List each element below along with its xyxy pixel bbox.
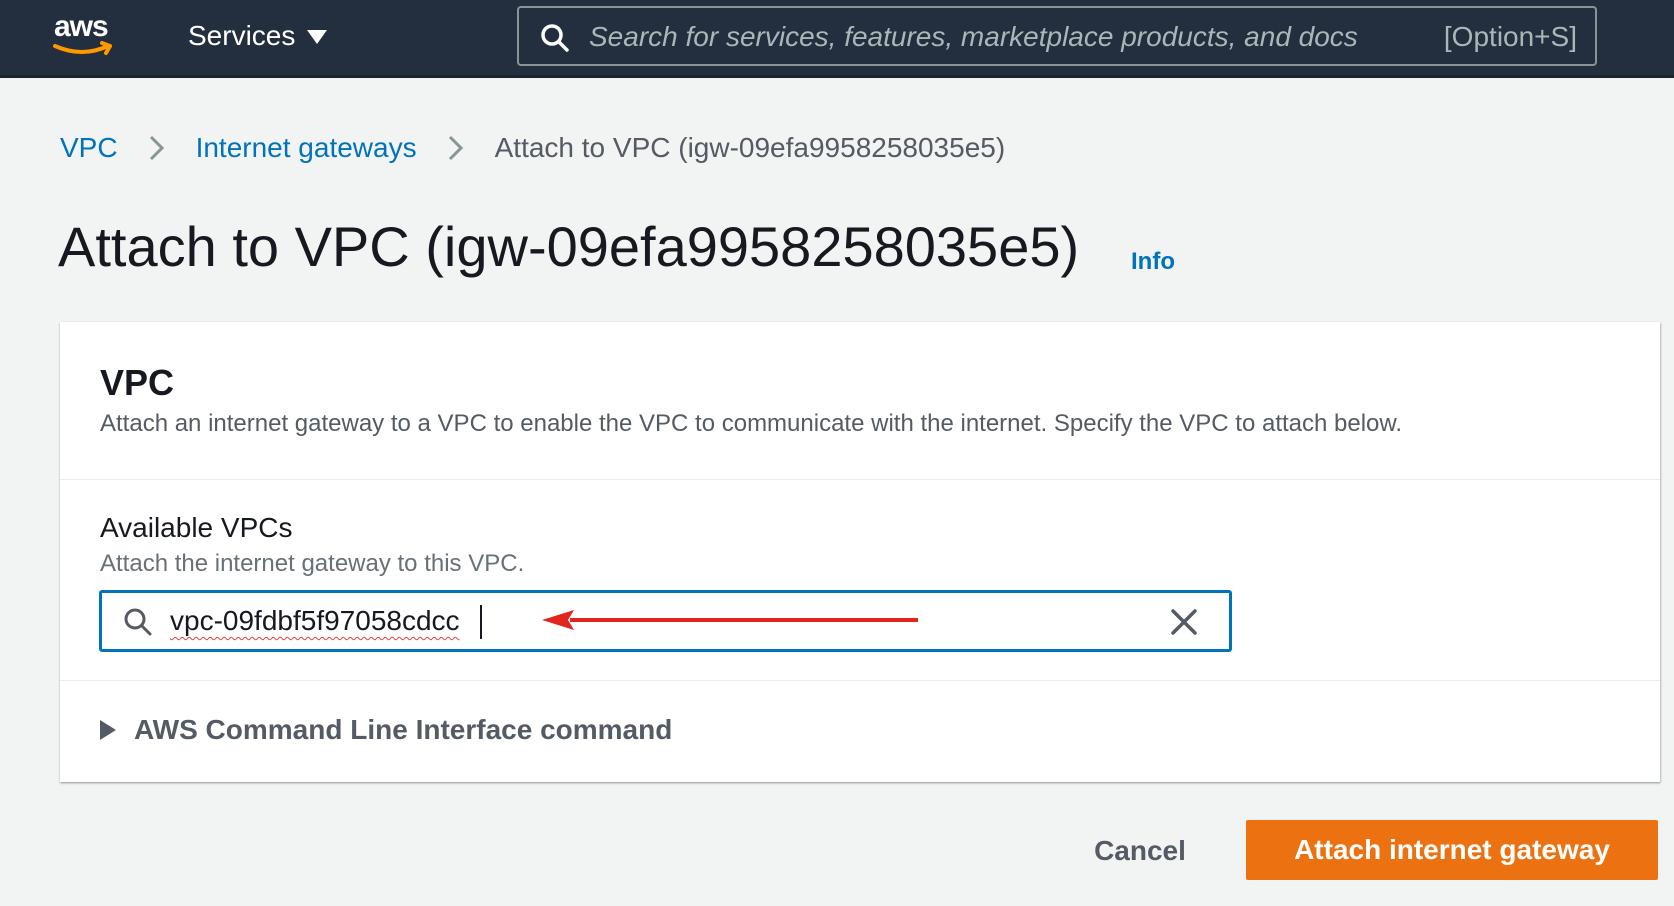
breadcrumb-item-internet-gateways[interactable]: Internet gateways	[196, 132, 417, 164]
vpc-input-value: vpc-09fdbf5f97058cdcc	[170, 605, 460, 636]
available-vpcs-description: Attach the internet gateway to this VPC.	[100, 550, 525, 577]
aws-logo[interactable]: aws	[52, 10, 122, 66]
available-vpcs-label: Available VPCs	[100, 512, 293, 543]
global-search-input[interactable]: Search for services, features, marketpla…	[517, 6, 1597, 66]
vpc-panel: VPC Attach an internet gateway to a VPC …	[60, 322, 1660, 782]
chevron-right-icon	[149, 135, 164, 161]
panel-title: VPC	[100, 362, 175, 403]
cancel-button[interactable]: Cancel	[1075, 823, 1205, 879]
search-icon	[124, 608, 152, 636]
info-link[interactable]: Info	[1131, 248, 1175, 276]
breadcrumb-current: Attach to VPC (igw-09efa9958258035e5)	[494, 132, 1006, 163]
annotation-arrow-icon	[542, 610, 918, 630]
attach-internet-gateway-button[interactable]: Attach internet gateway	[1246, 820, 1658, 880]
services-label: Services	[188, 20, 296, 51]
caret-down-icon	[307, 30, 328, 44]
caret-right-icon	[100, 720, 116, 740]
chevron-right-icon	[448, 135, 463, 161]
cli-command-expander[interactable]: AWS Command Line Interface command	[100, 714, 672, 746]
clear-icon[interactable]	[1169, 607, 1199, 637]
top-navigation: aws Services Search for services, featur…	[0, 0, 1674, 78]
panel-divider	[60, 680, 1660, 681]
cli-command-label: AWS Command Line Interface command	[134, 714, 673, 745]
page-title: Attach to VPC (igw-09efa9958258035e5)	[58, 215, 1080, 278]
search-shortcut-hint: [Option+S]	[1443, 21, 1577, 52]
aws-smile-icon	[53, 41, 112, 55]
text-cursor	[480, 605, 482, 639]
breadcrumb-item-vpc[interactable]: VPC	[60, 132, 118, 164]
panel-description: Attach an internet gateway to a VPC to e…	[100, 410, 1403, 437]
panel-header: VPC Attach an internet gateway to a VPC …	[60, 322, 1660, 480]
aws-logo-text: aws	[54, 10, 109, 43]
search-placeholder: Search for services, features, marketpla…	[589, 21, 1358, 52]
breadcrumb: VPC Internet gateways Attach to VPC (igw…	[60, 132, 1005, 164]
search-icon	[541, 24, 569, 52]
services-menu[interactable]: Services	[188, 20, 328, 52]
